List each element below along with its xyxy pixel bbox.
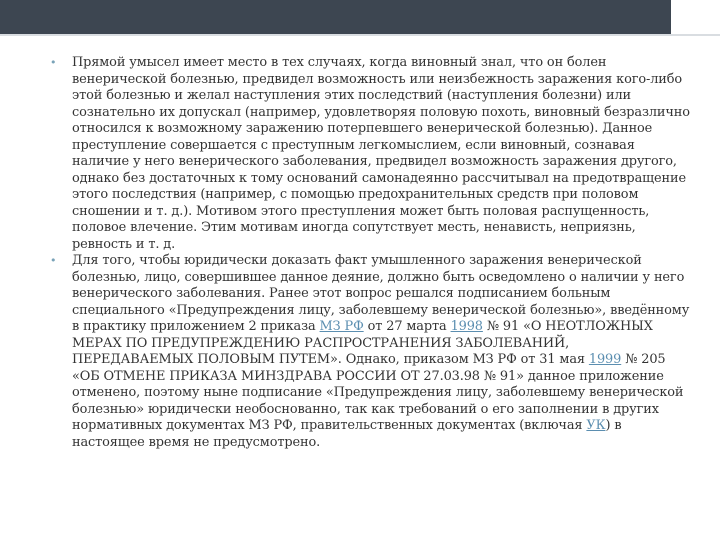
link-1998[interactable]: 1998 <box>451 319 483 334</box>
top-banner-divider <box>0 34 720 36</box>
bullet-dot-icon: • <box>50 254 57 267</box>
bullet-item-1: • Прямой умысел имеет место в тех случая… <box>50 55 690 253</box>
link-mz-rf[interactable]: МЗ РФ <box>320 319 364 334</box>
top-banner-right-band <box>671 0 720 34</box>
link-uk[interactable]: УК <box>586 418 605 433</box>
bullet-text-1: Прямой умысел имеет место в тех случаях,… <box>72 55 690 252</box>
link-1999[interactable]: 1999 <box>589 352 621 367</box>
slide-content: • Прямой умысел имеет место в тех случая… <box>50 55 690 451</box>
top-banner <box>0 0 720 34</box>
bullet-text-2-part-2: от 27 марта <box>363 319 451 334</box>
bullet-item-2: • Для того, чтобы юридически доказать фа… <box>50 253 690 451</box>
top-banner-dark-band <box>0 0 671 34</box>
bullet-dot-icon: • <box>50 56 57 69</box>
